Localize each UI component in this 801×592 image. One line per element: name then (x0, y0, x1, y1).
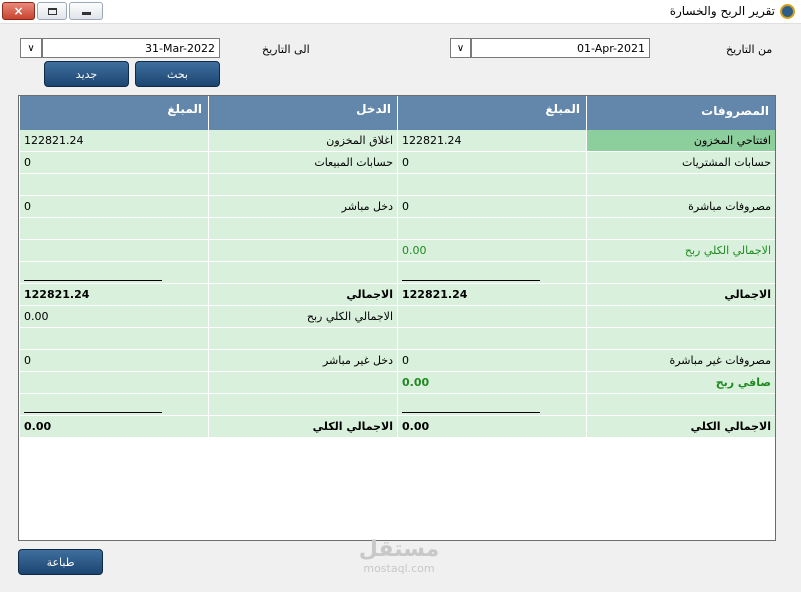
expense-amount-cell[interactable]: 0.00 (397, 372, 586, 394)
watermark-site: mostaql.com (363, 562, 435, 575)
close-button[interactable]: × (2, 2, 35, 20)
expense-label-cell[interactable]: الاجمالي الكلي ربح (586, 240, 775, 262)
minimize-button[interactable] (69, 2, 103, 20)
expense-amount-cell[interactable]: 0 (397, 196, 586, 218)
income-label-cell[interactable] (208, 174, 397, 196)
maximize-icon (47, 7, 57, 15)
income-amount-cell[interactable]: 122821.24 (19, 284, 208, 306)
income-amount-cell[interactable]: 0.00 (19, 306, 208, 328)
income-label-cell[interactable] (208, 262, 397, 284)
income-amount-cell[interactable] (19, 174, 208, 196)
watermark: مستقل mostaql.com (344, 537, 454, 575)
expense-label-cell[interactable] (586, 394, 775, 416)
expense-amount-cell[interactable]: 0.00 (397, 416, 586, 438)
from-date-value: 01-Apr-2021 (576, 42, 645, 55)
expense-amount-cell[interactable]: 122821.24 (397, 284, 586, 306)
to-date-dropdown[interactable]: ∨ (20, 38, 42, 58)
from-date-dropdown[interactable]: ∨ (450, 38, 471, 58)
expense-amount-cell[interactable] (397, 306, 586, 328)
report-panel: المصروفات المبلغ الدخل المبلغ افتتاحي المخزو… (18, 95, 776, 541)
income-amount-cell[interactable]: 0 (19, 196, 208, 218)
maximize-button[interactable] (37, 2, 67, 20)
income-amount-cell[interactable]: 0 (19, 350, 208, 372)
total-underline (402, 412, 540, 413)
income-amount-cell[interactable] (19, 328, 208, 350)
expense-amount-cell[interactable]: 122821.24 (397, 130, 586, 152)
header-expenses: المصروفات (586, 96, 775, 130)
income-label-cell[interactable]: دخل مباشر (208, 196, 397, 218)
income-label-cell[interactable]: دخل غير مباشر (208, 350, 397, 372)
income-amount-cell[interactable] (19, 240, 208, 262)
expense-amount-cell[interactable]: 0 (397, 152, 586, 174)
expense-label-cell[interactable]: مصروفات مباشرة (586, 196, 775, 218)
income-amount-cell[interactable] (19, 218, 208, 240)
total-underline (402, 280, 540, 281)
expense-amount-cell[interactable]: 0.00 (397, 240, 586, 262)
expense-label-cell[interactable] (586, 174, 775, 196)
expense-label-cell[interactable]: صافي ربح (586, 372, 775, 394)
income-amount-cell[interactable] (19, 394, 208, 416)
expense-label-cell[interactable]: مصروفات غير مباشرة (586, 350, 775, 372)
from-date-label: من التاريخ (726, 43, 773, 56)
income-label-cell[interactable]: حسابات المبيعات (208, 152, 397, 174)
expense-amount-cell[interactable]: 0 (397, 350, 586, 372)
income-label-cell[interactable] (208, 328, 397, 350)
expense-label-cell[interactable]: الاجمالي (586, 284, 775, 306)
watermark-logo: مستقل (358, 537, 440, 562)
expense-amount-cell[interactable] (397, 394, 586, 416)
chevron-down-icon: ∨ (456, 42, 465, 54)
total-underline (24, 280, 162, 281)
new-button[interactable]: جديد (44, 61, 129, 87)
expense-amount-cell[interactable] (397, 174, 586, 196)
close-icon: × (13, 4, 24, 18)
income-label-cell[interactable] (208, 372, 397, 394)
income-label-cell[interactable] (208, 218, 397, 240)
income-label-cell[interactable]: الاجمالي الكلي ربح (208, 306, 397, 328)
expense-label-cell[interactable] (586, 328, 775, 350)
header-income-amount: المبلغ (19, 96, 208, 130)
income-label-cell[interactable]: اغلاق المخزون (208, 130, 397, 152)
minimize-icon (81, 11, 91, 15)
from-date-picker[interactable]: 01-Apr-2021 (471, 38, 650, 58)
expense-amount-cell[interactable] (397, 262, 586, 284)
print-button[interactable]: طباعة (18, 549, 103, 575)
expense-amount-cell[interactable] (397, 328, 586, 350)
expense-label-cell[interactable]: حسابات المشتريات (586, 152, 775, 174)
header-expenses-amount: المبلغ (397, 96, 586, 130)
chevron-down-icon: ∨ (27, 42, 35, 54)
expense-label-cell[interactable] (586, 262, 775, 284)
income-amount-cell[interactable] (19, 262, 208, 284)
window-title: تقرير الربح والخسارة (669, 4, 775, 18)
search-button[interactable]: بحث (135, 61, 220, 87)
expense-label-cell[interactable]: افتتاحي المخزون (586, 130, 775, 152)
header-income: الدخل (208, 96, 397, 130)
income-label-cell[interactable]: الاجمالي (208, 284, 397, 306)
income-amount-cell[interactable]: 0 (19, 152, 208, 174)
income-amount-cell[interactable] (19, 372, 208, 394)
expense-label-cell[interactable] (586, 218, 775, 240)
title-bar: تقرير الربح والخسارة × (0, 0, 801, 24)
to-date-picker[interactable]: 31-Mar-2022 (42, 38, 220, 58)
income-amount-cell[interactable]: 0.00 (19, 416, 208, 438)
income-label-cell[interactable]: الاجمالي الكلي (208, 416, 397, 438)
expense-amount-cell[interactable] (397, 218, 586, 240)
app-icon (780, 4, 795, 19)
total-underline (24, 412, 162, 413)
income-label-cell[interactable] (208, 394, 397, 416)
expense-label-cell[interactable] (586, 306, 775, 328)
expense-label-cell[interactable]: الاجمالي الكلي (586, 416, 775, 438)
to-date-label: الى التاريخ (262, 43, 310, 56)
income-amount-cell[interactable]: 122821.24 (19, 130, 208, 152)
to-date-value: 31-Mar-2022 (145, 42, 215, 55)
income-label-cell[interactable] (208, 240, 397, 262)
